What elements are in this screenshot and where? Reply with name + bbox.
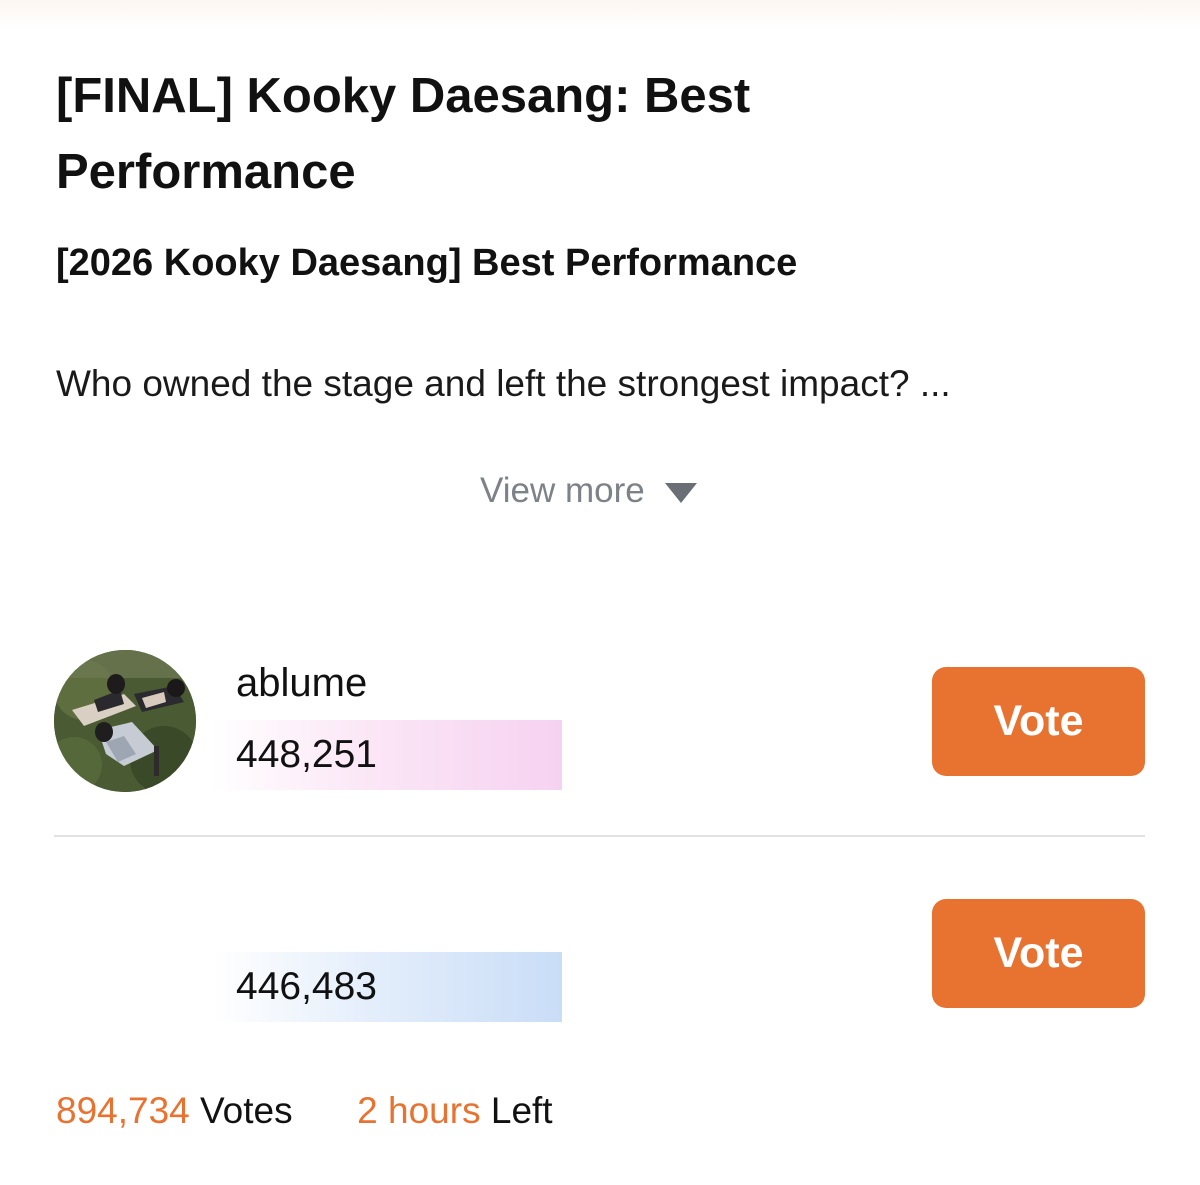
page-subtitle: [2026 Kooky Daesang] Best Performance — [56, 242, 798, 284]
total-votes: 894,734 — [56, 1090, 190, 1131]
triangle-down-icon — [664, 483, 697, 503]
votes-label: Votes — [200, 1090, 293, 1131]
candidate-row: ablume 448,251 Vote — [0, 650, 1200, 800]
candidate-name: ablume — [236, 661, 368, 705]
time-left: 2 hours — [357, 1090, 481, 1131]
view-more-button[interactable]: View more — [480, 466, 697, 516]
poll-footer: 894,734 Votes 2 hours Left — [56, 1086, 553, 1136]
vote-button[interactable]: Vote — [932, 667, 1145, 776]
page-title: [FINAL] Kooky Daesang: Best Performance — [56, 69, 751, 199]
vote-count: 448,251 — [236, 733, 377, 776]
poll-description: Who owned the stage and left the stronge… — [56, 363, 951, 404]
top-strip — [0, 0, 1200, 30]
divider — [54, 835, 1145, 837]
candidate-avatar — [54, 650, 196, 792]
vote-button[interactable]: Vote — [932, 899, 1145, 1008]
vote-count-bar: 448,251 — [212, 720, 562, 790]
vote-count: 446,483 — [236, 965, 377, 1008]
left-label: Left — [490, 1090, 553, 1131]
view-more-label: View more — [480, 471, 645, 510]
vote-count-bar: 446,483 — [212, 952, 562, 1022]
candidate-row: 446,483 Vote — [0, 882, 1200, 1032]
